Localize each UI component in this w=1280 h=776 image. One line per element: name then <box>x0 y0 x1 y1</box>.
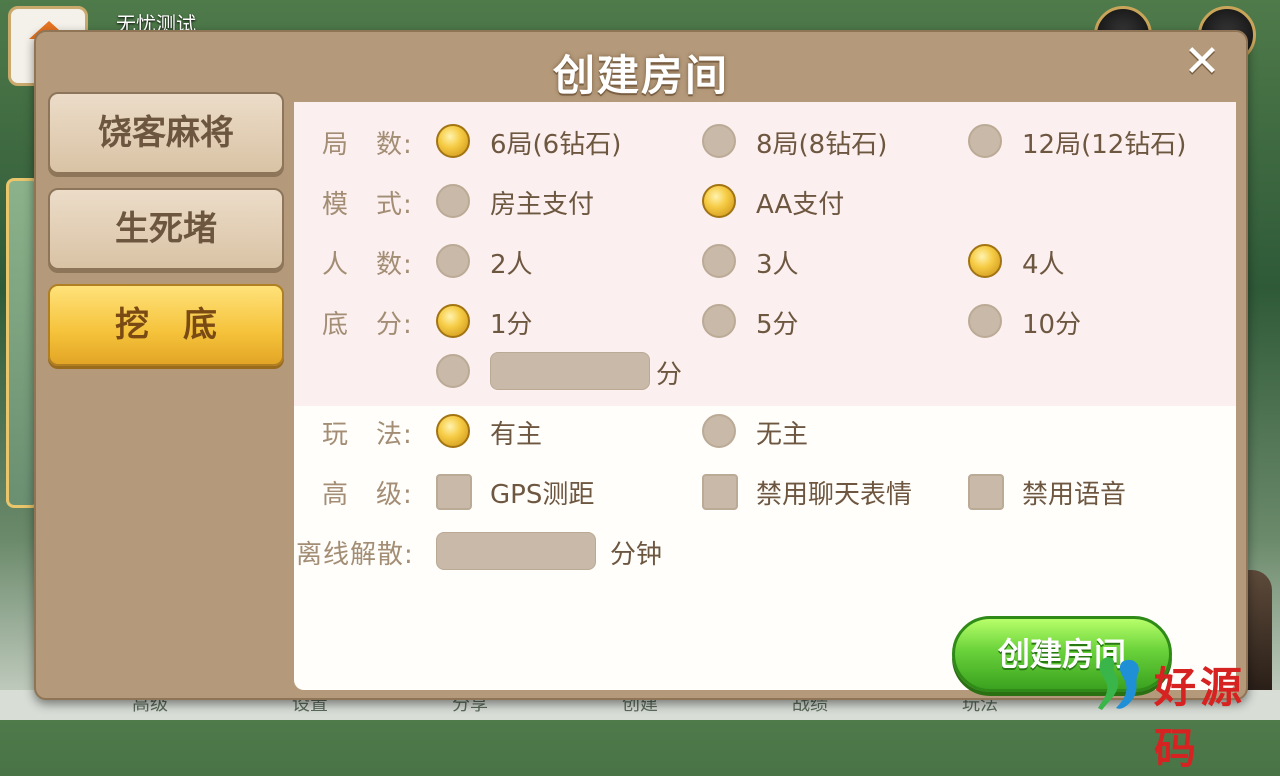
watermark-figure-icon <box>1098 657 1139 710</box>
offline-label: 离线解散: <box>296 540 414 570</box>
players-3-radio[interactable] <box>702 244 736 278</box>
rounds-option-12-radio[interactable] <box>968 124 1002 158</box>
create-room-dialog: 创建房间 ✕ 饶客麻将 生死堵 挖 底 局 数: 6局(6钻石) 8局(8钻石)… <box>34 30 1248 700</box>
close-button[interactable]: ✕ <box>1182 40 1222 84</box>
rounds-option-6-radio[interactable] <box>436 124 470 158</box>
players-2-radio[interactable] <box>436 244 470 278</box>
rounds-option-8-radio[interactable] <box>702 124 736 158</box>
watermark: 好源码 <box>1088 652 1278 773</box>
play-label: 玩 法: <box>322 420 413 450</box>
gps-label: GPS测距 <box>490 480 595 510</box>
disable-emoji-checkbox[interactable] <box>702 474 738 510</box>
rounds-option-8-label: 8局(8钻石) <box>756 130 888 160</box>
advanced-label: 高 级: <box>322 480 413 510</box>
base-score-10-label: 10分 <box>1022 310 1082 340</box>
watermark-text: 好源码 <box>1154 663 1247 773</box>
play-with-trump-label: 有主 <box>490 420 543 450</box>
base-score-1-label: 1分 <box>490 310 533 340</box>
play-no-trump-radio[interactable] <box>702 414 736 448</box>
base-score-custom-input[interactable] <box>490 352 650 390</box>
players-label: 人 数: <box>322 250 413 280</box>
mode-label: 模 式: <box>322 190 413 220</box>
disable-voice-label: 禁用语音 <box>1022 480 1127 510</box>
tab-wa-di[interactable]: 挖 底 <box>48 284 284 366</box>
rounds-option-12-label: 12局(12钻石) <box>1022 130 1187 160</box>
offline-minutes-input[interactable] <box>436 532 596 570</box>
players-4-radio[interactable] <box>968 244 1002 278</box>
disable-voice-checkbox[interactable] <box>968 474 1004 510</box>
tab-shengsi-du[interactable]: 生死堵 <box>48 188 284 270</box>
players-4-label: 4人 <box>1022 250 1065 280</box>
tab-raoke-mahjong[interactable]: 饶客麻将 <box>48 92 284 174</box>
mode-aa-pay-label: AA支付 <box>756 190 845 220</box>
base-score-label: 底 分: <box>322 310 413 340</box>
offline-unit: 分钟 <box>610 540 663 570</box>
mode-owner-pay-label: 房主支付 <box>490 190 595 220</box>
base-score-custom-unit: 分 <box>656 360 683 390</box>
gps-checkbox[interactable] <box>436 474 472 510</box>
play-no-trump-label: 无主 <box>756 420 809 450</box>
rounds-label: 局 数: <box>322 130 413 160</box>
players-3-label: 3人 <box>756 250 799 280</box>
options-panel: 局 数: 6局(6钻石) 8局(8钻石) 12局(12钻石) 模 式: 房主支付… <box>294 102 1236 690</box>
play-with-trump-radio[interactable] <box>436 414 470 448</box>
base-score-10-radio[interactable] <box>968 304 1002 338</box>
base-score-custom-radio[interactable] <box>436 354 470 388</box>
mode-aa-pay-radio[interactable] <box>702 184 736 218</box>
disable-emoji-label: 禁用聊天表情 <box>756 480 913 510</box>
players-2-label: 2人 <box>490 250 533 280</box>
rounds-option-6-label: 6局(6钻石) <box>490 130 622 160</box>
base-score-1-radio[interactable] <box>436 304 470 338</box>
base-score-5-label: 5分 <box>756 310 799 340</box>
base-score-5-radio[interactable] <box>702 304 736 338</box>
mode-owner-pay-radio[interactable] <box>436 184 470 218</box>
